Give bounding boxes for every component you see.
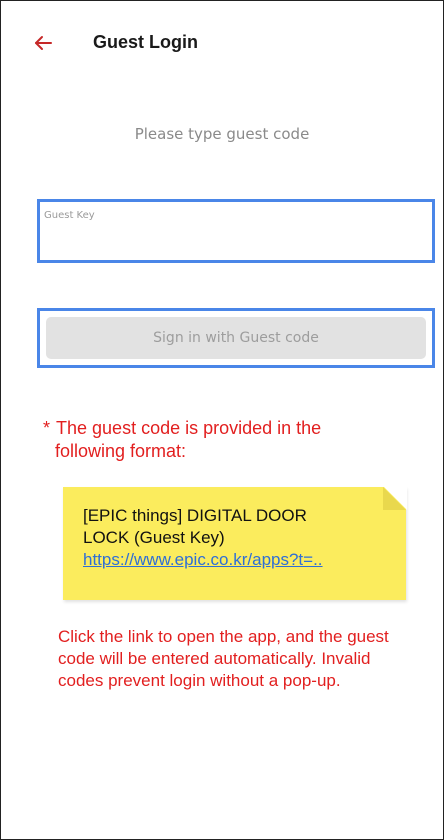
phone-screen: Guest Login Please type guest code Guest…: [0, 0, 444, 840]
guest-key-label: Guest Key: [44, 210, 95, 221]
sign-in-button-highlight: Sign in with Guest code: [37, 308, 435, 368]
app-header: Guest Login: [1, 1, 443, 85]
explanation-text: Click the link to open the app, and the …: [58, 627, 389, 690]
sample-message-line-2: LOCK (Guest Key): [83, 528, 225, 547]
note-line-1: The guest code is provided in the: [56, 418, 322, 438]
note-asterisk: *: [43, 418, 51, 438]
sample-message-line-1: [EPIC things] DIGITAL DOOR: [83, 506, 307, 525]
guest-key-field-highlight: Guest Key: [37, 199, 435, 263]
sample-guest-link[interactable]: https://www.epic.co.kr/apps?t=..: [83, 550, 323, 569]
sample-message-text: [EPIC things] DIGITAL DOOR LOCK (Guest K…: [83, 505, 401, 571]
page-title: Guest Login: [93, 32, 198, 52]
sign-in-guest-button[interactable]: Sign in with Guest code: [46, 317, 426, 359]
format-note: * The guest code is provided in the follo…: [43, 417, 403, 463]
back-button[interactable]: [27, 27, 59, 59]
instruction-text: Please type guest code: [134, 125, 310, 143]
note-line-2: following format:: [55, 441, 187, 461]
arrow-left-icon: [35, 36, 52, 50]
sample-message-sticky: [EPIC things] DIGITAL DOOR LOCK (Guest K…: [63, 486, 407, 600]
guest-key-input[interactable]: [44, 226, 428, 256]
